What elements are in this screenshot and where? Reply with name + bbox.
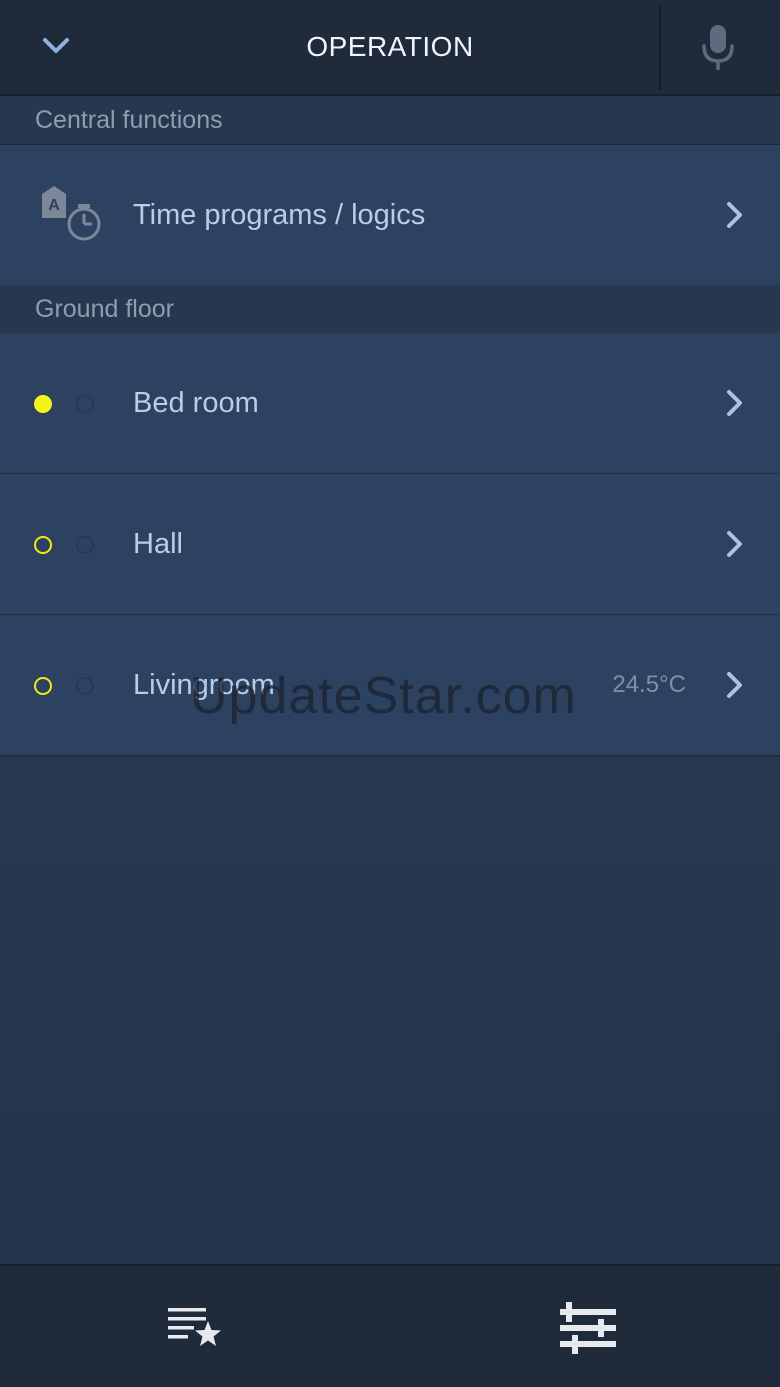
chevron-right-icon (718, 524, 752, 564)
microphone-icon (702, 25, 734, 70)
chevron-down-icon (43, 38, 69, 53)
sliders-icon (560, 1302, 616, 1354)
favorites-list-icon (168, 1308, 221, 1346)
section-title: Ground floor (35, 295, 174, 323)
section-header-ground-floor: Ground floor (0, 285, 780, 334)
bottom-tab-bar (0, 1264, 780, 1387)
temperature-value: 24.5°C (612, 671, 686, 698)
section-title: Central functions (35, 106, 223, 134)
svg-text:A: A (48, 197, 60, 214)
status-indicator-off (34, 536, 52, 554)
row-label: Hall (133, 528, 183, 560)
status-indicator-off (34, 677, 52, 695)
section-header-central-functions: Central functions (0, 96, 780, 145)
chevron-right-icon (718, 195, 752, 235)
watermark-text: UpdateStar.com (190, 667, 577, 725)
page-title: OPERATION (306, 31, 474, 62)
status-indicator-secondary (76, 395, 94, 413)
tab-favorites[interactable] (150, 1292, 242, 1364)
status-indicator-secondary (76, 677, 94, 695)
voice-button[interactable] (680, 18, 756, 78)
list-item-time-programs[interactable]: Time programs / logics (0, 145, 780, 287)
status-indicator-on (34, 395, 52, 413)
row-label: Time programs / logics (133, 199, 426, 231)
tab-controls[interactable] (540, 1290, 636, 1366)
back-button[interactable] (30, 24, 82, 68)
time-program-icon: A (42, 186, 101, 241)
list-item-hall[interactable]: Hall (0, 474, 780, 616)
chevron-right-icon (718, 665, 752, 705)
chevron-right-icon (718, 383, 752, 423)
status-indicator-secondary (76, 536, 94, 554)
header-bar: OPERATION (0, 0, 780, 96)
header-divider (659, 6, 661, 90)
row-label: Bed room (133, 387, 259, 419)
list-item-bed-room[interactable]: Bed room (0, 333, 780, 475)
